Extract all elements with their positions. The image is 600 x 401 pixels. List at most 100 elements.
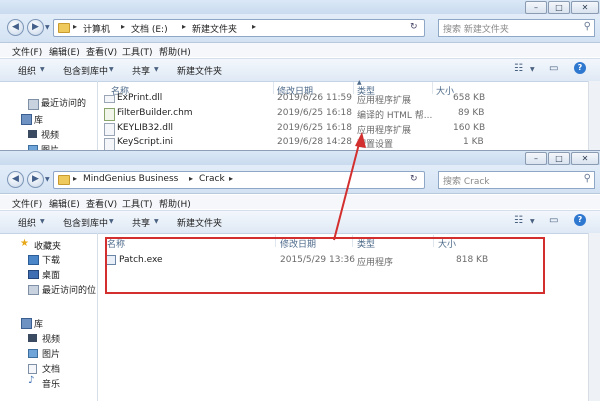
column-divider[interactable] [352,235,353,247]
front-search-placeholder: 搜索 Crack [443,177,490,187]
new-folder-button[interactable]: 新建文件夹 [177,64,222,77]
video-icon [28,130,37,138]
front-history-dropdown-icon[interactable]: ▼ [45,176,50,183]
menu-tools[interactable]: 工具(T) [122,197,153,210]
menu-view[interactable]: 查看(V) [86,197,117,210]
video-icon [28,334,37,342]
front-maximize-button[interactable]: □ [548,152,570,165]
nav-recent-places[interactable]: 最近访问的位 [42,283,96,296]
breadcrumb-separator-icon: ▸ [189,174,194,183]
breadcrumb-separator-icon: ▸ [73,174,78,183]
preview-pane-icon[interactable]: ▭ [549,215,558,226]
file-date: 2019/6/26 11:59 [277,93,352,103]
share-button[interactable]: 共享 [132,64,150,77]
nav-desktop[interactable]: 桌面 [42,268,60,281]
new-folder-button[interactable]: 新建文件夹 [177,216,222,229]
nav-music[interactable]: 音乐 [42,377,60,390]
menu-edit[interactable]: 编辑(E) [49,197,80,210]
menu-file[interactable]: 文件(F) [12,197,42,210]
breadcrumb-computer[interactable]: 计算机 [83,22,110,35]
nav-pictures[interactable]: 图片 [42,347,60,360]
back-nav-splitter[interactable] [97,81,98,152]
column-divider[interactable] [353,82,354,94]
organize-button[interactable]: 组织 [18,216,36,229]
nav-videos[interactable]: 视频 [42,332,60,345]
front-search-box[interactable]: 搜索 Crack ⚲ [438,171,595,189]
file-name: Patch.exe [119,255,163,265]
breadcrumb-drive-e[interactable]: 文档 (E:) [131,22,168,35]
nav-documents[interactable]: 文档 [42,362,60,375]
include-in-library-button[interactable]: 包含到库中 [63,216,108,229]
file-name: KeyScript.ini [117,137,173,147]
nav-downloads[interactable]: 下载 [42,253,60,266]
back-menu-bar: 文件(F) 编辑(E) 查看(V) 工具(T) 帮助(H) [0,43,600,58]
column-divider[interactable] [433,235,434,247]
breadcrumb-separator-icon: ▸ [252,22,257,31]
back-minimize-button[interactable]: – [525,1,547,14]
breadcrumb-mindgenius-business[interactable]: MindGenius Business [83,174,178,184]
column-header-size[interactable]: 大小 [438,237,456,250]
share-button[interactable]: 共享 [132,216,150,229]
front-close-button[interactable]: ✕ [571,152,599,165]
recent-places-icon [28,285,39,295]
front-back-button[interactable]: ◀ [7,171,24,188]
pictures-icon [28,349,38,358]
nav-library[interactable]: 库 [34,113,43,126]
column-divider[interactable] [273,82,274,94]
breadcrumb-crack[interactable]: Crack [199,174,225,184]
view-options-icon[interactable]: ☷ [514,215,523,226]
folder-icon [58,23,70,33]
nav-favorites[interactable]: 收藏夹 [34,239,61,252]
back-vertical-scrollbar[interactable] [588,81,600,152]
nav-recent-places[interactable]: 最近访问的 [41,96,86,109]
back-history-dropdown-icon[interactable]: ▼ [45,24,50,31]
breadcrumb-separator-icon: ▸ [229,174,234,183]
search-icon: ⚲ [583,173,591,184]
file-date: 2019/6/28 14:28 [277,137,352,147]
front-address-bar[interactable]: ▸ MindGenius Business ▸ Crack ▸ ↻ [53,171,425,189]
column-header-date[interactable]: 修改日期 [280,237,316,250]
column-header-size[interactable]: 大小 [436,84,454,97]
column-header-type[interactable]: 类型 [357,237,375,250]
column-divider[interactable] [275,235,276,247]
refresh-icon[interactable]: ↻ [410,174,418,184]
front-minimize-button[interactable]: – [525,152,547,165]
back-title-bar [0,0,600,14]
file-name: KEYLIB32.dll [117,123,173,133]
help-icon[interactable]: ? [574,62,586,74]
front-vertical-scrollbar[interactable] [588,233,600,401]
file-date: 2019/6/25 16:18 [277,123,352,133]
dll-file-icon [104,95,115,103]
column-divider[interactable] [432,82,433,94]
preview-pane-icon[interactable]: ▭ [549,63,558,74]
column-header-name[interactable]: 名称 [107,237,125,250]
menu-help[interactable]: 帮助(H) [159,197,191,210]
front-nav-splitter[interactable] [97,233,98,401]
back-address-bar[interactable]: ▸ 计算机 ▸ 文档 (E:) ▸ 新建文件夹 ▸ ↻ [53,19,425,37]
help-file-icon [104,108,115,121]
menu-tools[interactable]: 工具(T) [122,45,153,58]
menu-view[interactable]: 查看(V) [86,45,117,58]
front-forward-button[interactable]: ▶ [27,171,44,188]
back-search-placeholder: 搜索 新建文件夹 [443,25,509,35]
nav-library[interactable]: 库 [34,317,43,330]
menu-help[interactable]: 帮助(H) [159,45,191,58]
back-search-box[interactable]: 搜索 新建文件夹 ⚲ [438,19,595,37]
help-icon[interactable]: ? [574,214,586,226]
nav-videos[interactable]: 视频 [41,128,59,141]
organize-button[interactable]: 组织 [18,64,36,77]
back-close-button[interactable]: ✕ [571,1,599,14]
include-in-library-button[interactable]: 包含到库中 [63,64,108,77]
file-type: 编译的 HTML 帮... [357,111,433,121]
breadcrumb-new-folder[interactable]: 新建文件夹 [192,22,237,35]
back-maximize-button[interactable]: □ [548,1,570,14]
back-forward-button[interactable]: ▶ [27,19,44,36]
refresh-icon[interactable]: ↻ [410,22,418,32]
search-icon: ⚲ [583,21,591,32]
file-name: FilterBuilder.chm [117,108,193,118]
menu-edit[interactable]: 编辑(E) [49,45,80,58]
view-options-icon[interactable]: ☷ [514,63,523,74]
back-back-button[interactable]: ◀ [7,19,24,36]
dropdown-arrow-icon: ▼ [530,66,535,73]
menu-file[interactable]: 文件(F) [12,45,42,58]
